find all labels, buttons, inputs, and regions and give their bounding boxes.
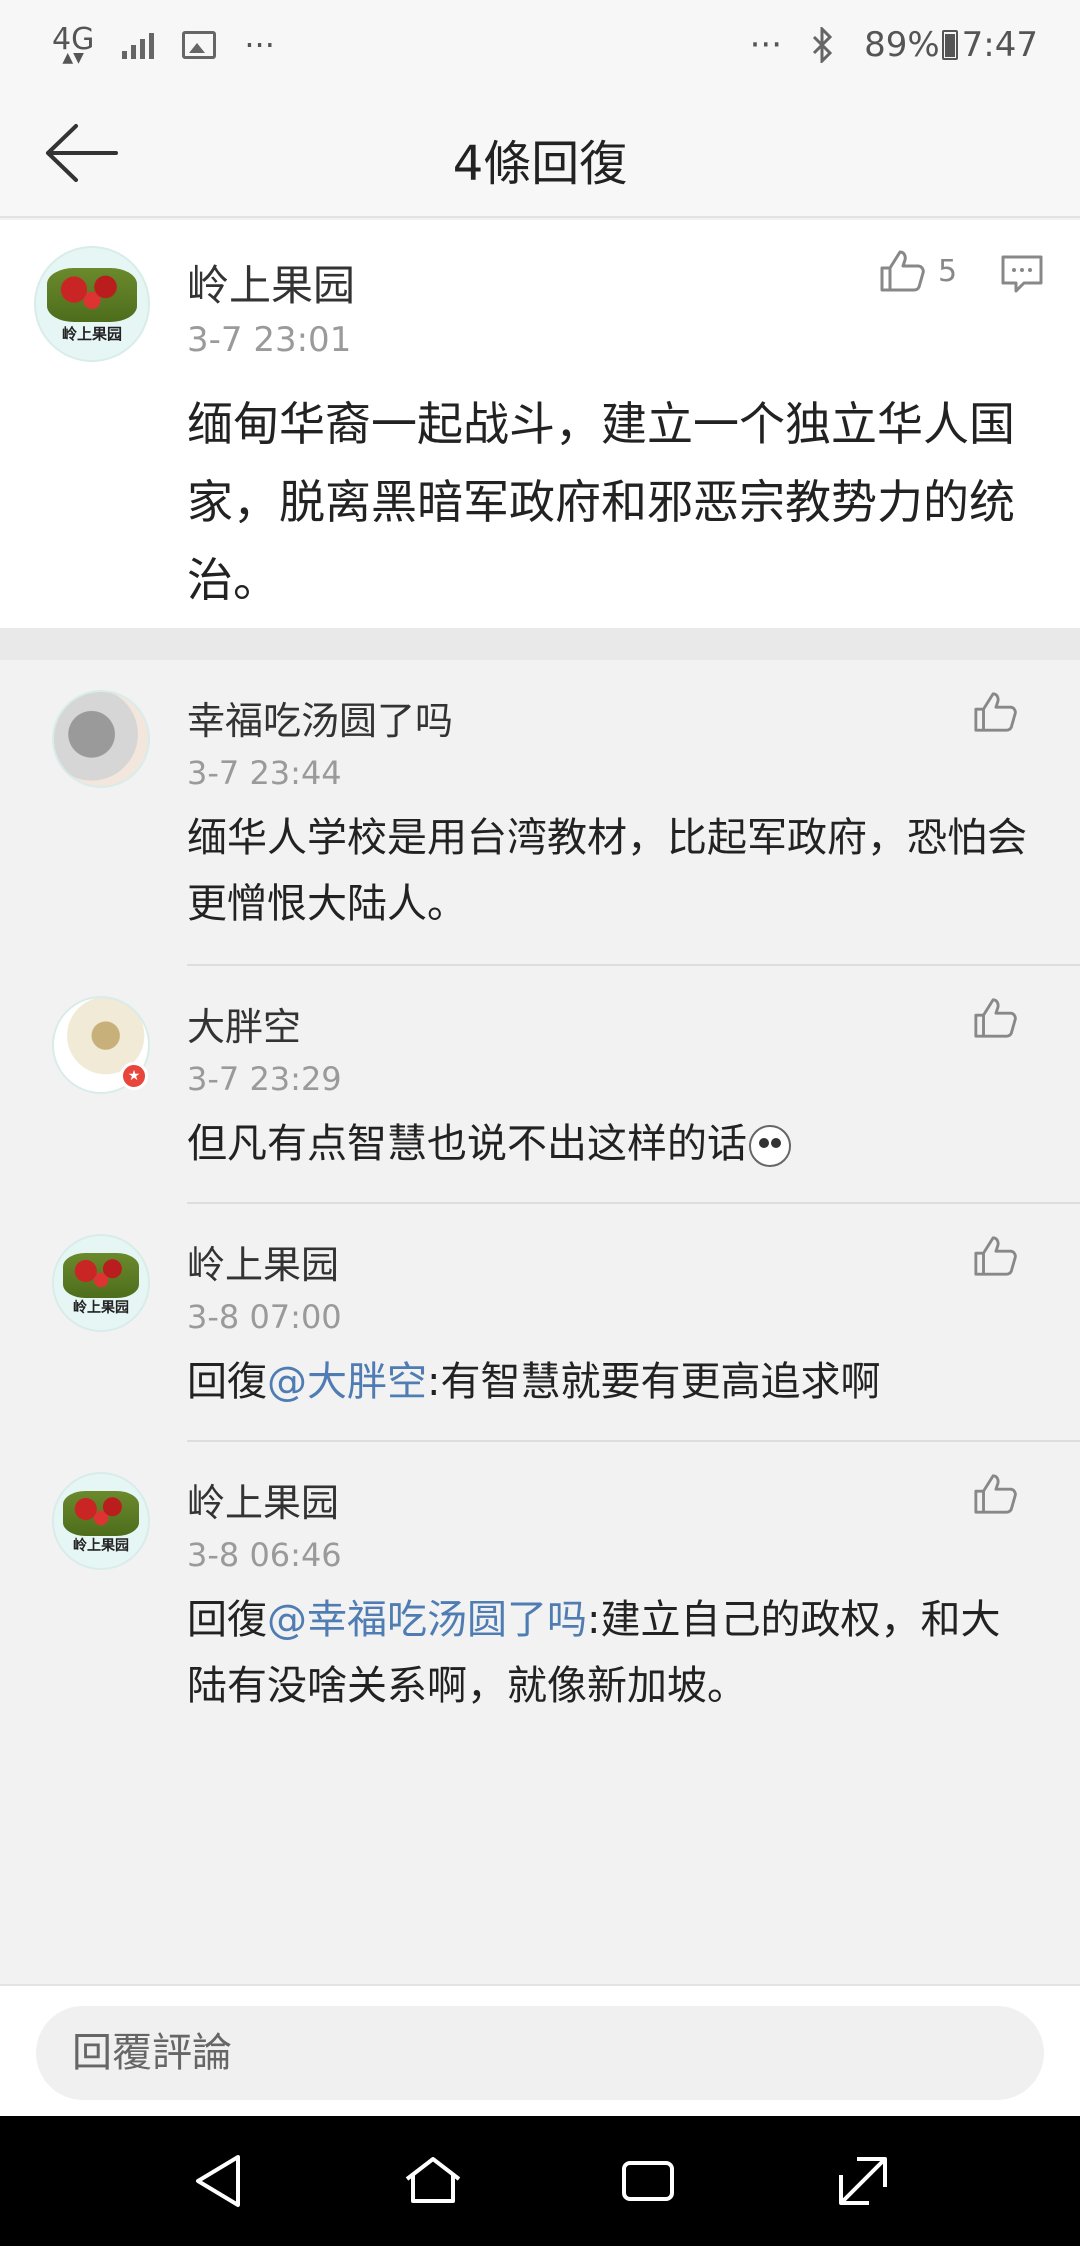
shocked-face-emoji-icon bbox=[749, 1125, 791, 1167]
reply-author[interactable]: 大胖空 bbox=[187, 996, 301, 1051]
avatar-image bbox=[47, 268, 137, 322]
bluetooth-icon bbox=[813, 27, 833, 63]
image-notification-icon bbox=[182, 31, 217, 59]
avatar[interactable]: 岭上果园 bbox=[34, 246, 150, 362]
comment-author[interactable]: 岭上果园 bbox=[187, 252, 355, 313]
battery-icon bbox=[941, 30, 958, 60]
reply-text-wrap: 回復@大胖空:有智慧就要有更高追求啊 bbox=[187, 1349, 1037, 1415]
nav-recents-icon bbox=[621, 2161, 674, 2201]
more-status: ··· bbox=[749, 25, 783, 65]
signal-icon bbox=[122, 31, 155, 59]
reply-text-wrap: 但凡有点智慧也说不出这样的话 bbox=[187, 1111, 1037, 1177]
avatar-image bbox=[63, 1490, 139, 1537]
nav-home-icon bbox=[405, 2157, 460, 2203]
reply-item: 岭上果园 岭上果园 3-8 06:46 回復@幸福吃汤圆了吗:建立自己的政权，和… bbox=[0, 1442, 1080, 1742]
like-button[interactable]: 5 bbox=[878, 248, 957, 294]
reply-text: :有智慧就要有更高追求啊 bbox=[427, 1359, 881, 1405]
system-nav-bar bbox=[0, 2116, 1080, 2246]
reply-prefix: 回復 bbox=[187, 1359, 267, 1405]
reply-item: ★ 大胖空 3-7 23:29 但凡有点智慧也说不出这样的话 bbox=[0, 966, 1080, 1204]
status-bar: 4G ▲▼ ··· ··· 89% 7:47 bbox=[0, 0, 1080, 90]
avatar-caption: 岭上果园 bbox=[73, 1537, 129, 1554]
avatar-caption: 岭上果园 bbox=[73, 1299, 129, 1316]
like-button[interactable] bbox=[972, 996, 1018, 1040]
more-notifications: ··· bbox=[244, 26, 275, 64]
reply-text: 缅华人学校是用台湾教材，比起军政府，恐怕会更憎恨大陆人。 bbox=[187, 815, 1027, 927]
page-title: 4條回復 bbox=[452, 136, 628, 192]
nav-expand-button[interactable] bbox=[823, 2141, 903, 2221]
section-divider bbox=[0, 628, 1080, 660]
verified-badge-icon: ★ bbox=[120, 1062, 148, 1090]
thumbs-up-icon bbox=[974, 692, 1017, 732]
reply-time: 3-8 07:00 bbox=[187, 1298, 342, 1336]
mention-link[interactable]: @大胖空 bbox=[267, 1359, 427, 1405]
reply-item: 幸福吃汤圆了吗 3-7 23:44 缅华人学校是用台湾教材，比起军政府，恐怕会更… bbox=[0, 660, 1080, 966]
nav-expand-icon bbox=[838, 2157, 887, 2205]
reply-prefix: 回復 bbox=[187, 1597, 267, 1643]
comment-text: 缅甸华裔一起战斗，建立一个独立华人国家，脱离黑暗军政府和邪恶宗教势力的统治。 bbox=[187, 397, 1015, 607]
like-button[interactable] bbox=[972, 690, 1018, 734]
comment-icon[interactable] bbox=[1000, 254, 1044, 294]
nav-back-icon bbox=[195, 2155, 240, 2207]
thumbs-up-icon bbox=[974, 998, 1017, 1038]
like-count: 5 bbox=[938, 253, 958, 289]
avatar[interactable]: 岭上果园 bbox=[52, 1472, 150, 1570]
battery-status: 89% 7:47 bbox=[864, 25, 1038, 65]
mention-link[interactable]: @幸福吃汤圆了吗 bbox=[267, 1597, 587, 1643]
main-comment: 岭上果园 岭上果园 3-7 23:01 5 缅甸华裔一起战斗，建立一个独立华人国… bbox=[0, 220, 1080, 628]
clock: 7:47 bbox=[961, 25, 1038, 65]
avatar-caption: 岭上果园 bbox=[61, 325, 122, 344]
reply-item: 岭上果园 岭上果园 3-8 07:00 回復@大胖空:有智慧就要有更高追求啊 bbox=[0, 1204, 1080, 1442]
reply-time: 3-8 06:46 bbox=[187, 1536, 342, 1574]
avatar-image bbox=[63, 1252, 139, 1299]
battery-percent: 89% bbox=[864, 25, 940, 65]
status-right: ··· 89% 7:47 bbox=[750, 25, 1038, 65]
reply-text: 但凡有点智慧也说不出这样的话 bbox=[187, 1121, 747, 1167]
reply-time: 3-7 23:44 bbox=[187, 754, 342, 792]
reply-text-wrap: 回復@幸福吃汤圆了吗:建立自己的政权，和大陆有没啥关系啊，就像新加坡。 bbox=[187, 1587, 1037, 1719]
status-left: 4G ▲▼ ··· bbox=[52, 22, 275, 66]
nav-recents-button[interactable] bbox=[608, 2141, 688, 2221]
nav-home-button[interactable] bbox=[393, 2141, 473, 2221]
like-button[interactable] bbox=[972, 1472, 1018, 1516]
reply-time: 3-7 23:29 bbox=[187, 1060, 342, 1098]
thumbs-up-icon bbox=[880, 250, 925, 292]
like-button[interactable] bbox=[972, 1234, 1018, 1278]
comment-time: 3-7 23:01 bbox=[187, 320, 352, 360]
thumbs-up-icon bbox=[974, 1474, 1017, 1514]
nav-back-button[interactable] bbox=[178, 2141, 258, 2221]
header: 4條回復 bbox=[0, 90, 1080, 218]
reply-bar: 回覆評論 bbox=[0, 1984, 1080, 2116]
reply-input[interactable]: 回覆評論 bbox=[36, 2006, 1044, 2100]
network-indicator: 4G ▲▼ bbox=[52, 22, 95, 66]
reply-author[interactable]: 岭上果园 bbox=[187, 1472, 339, 1527]
reply-author[interactable]: 幸福吃汤圆了吗 bbox=[187, 690, 453, 745]
thumbs-up-icon bbox=[974, 1236, 1017, 1276]
reply-author[interactable]: 岭上果园 bbox=[187, 1234, 339, 1289]
screen: 4G ▲▼ ··· ··· 89% 7:47 4條回復 岭上果园 岭上果园 3-… bbox=[0, 0, 1080, 2246]
avatar[interactable] bbox=[52, 690, 150, 788]
avatar[interactable]: 岭上果园 bbox=[52, 1234, 150, 1332]
